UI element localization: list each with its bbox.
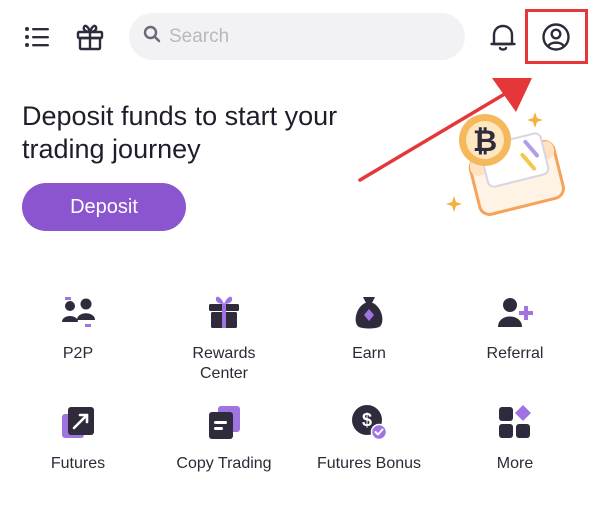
feature-rewards-center[interactable]: Rewards Center (151, 292, 297, 384)
profile-icon[interactable] (534, 15, 578, 59)
bitcoin-wallet-illustration: ₿ (446, 112, 565, 216)
svg-text:$: $ (362, 410, 372, 430)
rewards-icon (204, 292, 244, 332)
feature-label: Futures Bonus (316, 455, 422, 472)
referral-icon (495, 292, 535, 332)
feature-p2p[interactable]: P2P (5, 292, 151, 364)
feature-copy-trading[interactable]: Copy Trading (151, 402, 297, 474)
feature-label: P2P (62, 345, 94, 362)
feature-label: Rewards Center (192, 345, 256, 382)
svg-text:₿: ₿ (473, 125, 497, 158)
banner-title: Deposit funds to start your trading jour… (22, 101, 338, 164)
feature-more[interactable]: More (442, 402, 588, 474)
search-input[interactable] (169, 25, 429, 48)
feature-referral[interactable]: Referral (442, 292, 588, 364)
deposit-button[interactable]: Deposit (22, 183, 186, 231)
feature-earn[interactable]: Earn (296, 292, 442, 364)
gift-icon[interactable] (72, 19, 108, 55)
feature-futures-bonus[interactable]: $ Futures Bonus (296, 402, 442, 474)
menu-icon[interactable] (20, 20, 54, 54)
search-bar[interactable] (129, 13, 465, 60)
feature-label: Earn (352, 345, 386, 362)
top-bar (0, 0, 597, 76)
p2p-icon (58, 292, 98, 332)
bell-icon[interactable] (484, 18, 522, 56)
more-grid-icon (495, 402, 535, 442)
feature-label: Futures (50, 455, 106, 472)
feature-label: Copy Trading (176, 455, 272, 472)
copy-trading-icon (204, 402, 244, 442)
futures-bonus-icon: $ (349, 402, 389, 442)
feature-label: More (496, 455, 534, 472)
search-icon (143, 25, 161, 48)
feature-label: Referral (486, 345, 544, 362)
feature-futures[interactable]: Futures (5, 402, 151, 474)
futures-icon (58, 402, 98, 442)
earn-bag-icon (349, 292, 389, 332)
